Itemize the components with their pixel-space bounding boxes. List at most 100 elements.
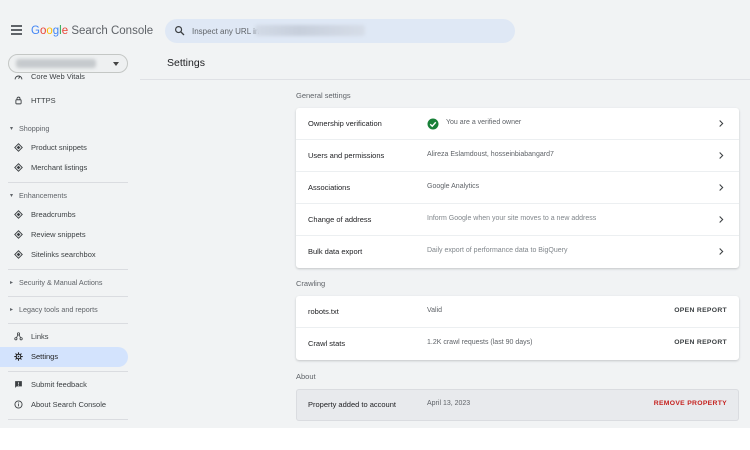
row-label: Bulk data export — [308, 247, 363, 256]
sidebar-item-https[interactable]: HTTPS — [0, 91, 128, 111]
general-settings-heading: General settings — [296, 91, 351, 100]
feedback-icon — [15, 381, 22, 388]
diamond-icon — [14, 210, 23, 219]
settings-row-bulk-data-export[interactable]: Bulk data export Daily export of perform… — [296, 236, 739, 268]
logo-product-name: Search Console — [68, 25, 154, 37]
search-icon[interactable] — [174, 25, 185, 36]
redacted-property-name — [16, 59, 96, 68]
info-icon — [14, 400, 23, 409]
row-label: Crawl stats — [308, 339, 346, 348]
remove-property-button[interactable]: REMOVE PROPERTY — [654, 400, 727, 407]
crawling-card: robots.txt Valid OPEN REPORT Crawl stats… — [296, 296, 739, 360]
page-title: Settings — [167, 57, 205, 69]
row-value: You are a verified owner — [446, 119, 522, 126]
diamond-icon — [14, 230, 23, 239]
sidebar-item-label: Settings — [31, 352, 59, 361]
sidebar: Core Web Vitals HTTPS ▾ Shopping Product… — [0, 45, 140, 428]
section-label: Shopping — [19, 124, 50, 133]
sidebar-divider — [8, 296, 128, 297]
sidebar-divider — [8, 371, 128, 372]
section-label: Security & Manual Actions — [19, 278, 103, 287]
settings-row-crawl-stats: Crawl stats 1.2K crawl requests (last 90… — [296, 328, 739, 360]
row-value: 1.2K crawl requests (last 90 days) — [427, 339, 533, 346]
row-label: Ownership verification — [308, 119, 382, 128]
logo-letter: G — [31, 25, 40, 37]
sidebar-item-merchant-listings[interactable]: Merchant listings — [0, 158, 128, 178]
sidebar-item-about-search-console[interactable]: About Search Console — [0, 395, 128, 415]
sidebar-divider — [8, 182, 128, 183]
header-divider — [140, 79, 750, 80]
diamond-icon — [14, 143, 23, 152]
sidebar-divider — [8, 269, 128, 270]
sidebar-item-label: Breadcrumbs — [31, 210, 76, 219]
sidebar-item-label: About Search Console — [31, 400, 107, 409]
chevron-right-icon — [719, 248, 724, 255]
gear-icon — [14, 352, 23, 361]
settings-row-property-added: Property added to account April 13, 2023… — [296, 389, 739, 421]
sidebar-item-label: HTTPS — [31, 96, 56, 105]
settings-row-users-permissions[interactable]: Users and permissions Alireza Eslamdoust… — [296, 140, 739, 172]
general-settings-card: Ownership verification You are a verifie… — [296, 108, 739, 268]
row-label: Change of address — [308, 215, 372, 224]
row-value: Google Analytics — [427, 183, 480, 190]
row-label: robots.txt — [308, 307, 339, 316]
lock-icon — [15, 96, 22, 105]
chevron-right-icon — [719, 152, 724, 159]
open-report-button[interactable]: OPEN REPORT — [674, 307, 727, 314]
sidebar-item-settings[interactable]: Settings — [0, 347, 128, 367]
sidebar-item-review-snippets[interactable]: Review snippets — [0, 225, 128, 245]
sidebar-item-core-web-vitals[interactable]: Core Web Vitals — [0, 71, 128, 84]
row-value: April 13, 2023 — [427, 400, 471, 407]
section-label: Legacy tools and reports — [19, 305, 98, 314]
settings-row-ownership-verification[interactable]: Ownership verification You are a verifie… — [296, 108, 739, 140]
gauge-icon — [14, 75, 23, 80]
chevron-right-icon — [719, 120, 724, 127]
collapse-arrow-icon: ▾ — [10, 193, 14, 199]
links-icon — [14, 332, 23, 341]
diamond-icon — [14, 250, 23, 259]
sidebar-item-product-snippets[interactable]: Product snippets — [0, 138, 128, 158]
sidebar-item-links[interactable]: Links — [0, 327, 128, 347]
about-heading: About — [296, 372, 316, 381]
section-security-manual-actions[interactable]: ▸ Security & Manual Actions — [0, 276, 128, 290]
sidebar-item-label: Core Web Vitals — [31, 72, 85, 81]
sidebar-item-label: Links — [31, 332, 49, 341]
redacted-property-url — [255, 25, 365, 36]
settings-row-robots-txt: robots.txt Valid OPEN REPORT — [296, 296, 739, 328]
product-logo[interactable]: Google Search Console — [31, 24, 153, 38]
about-card: Property added to account April 13, 2023… — [296, 389, 739, 421]
sidebar-item-label: Sitelinks searchbox — [31, 250, 96, 259]
row-value: Valid — [427, 307, 443, 314]
settings-row-change-of-address[interactable]: Change of address Inform Google when you… — [296, 204, 739, 236]
row-value: Inform Google when your site moves to a … — [427, 215, 597, 222]
row-label: Property added to account — [308, 400, 396, 409]
section-shopping[interactable]: ▾ Shopping — [0, 122, 128, 136]
open-report-button[interactable]: OPEN REPORT — [674, 339, 727, 346]
top-bar: Google Search Console — [0, 18, 750, 45]
sidebar-item-label: Merchant listings — [31, 163, 88, 172]
sidebar-divider — [8, 419, 128, 420]
settings-row-associations[interactable]: Associations Google Analytics — [296, 172, 739, 204]
diamond-icon — [14, 163, 23, 172]
check-circle-icon — [427, 118, 439, 130]
row-value: Alireza Eslamdoust, hosseinbiabangard7 — [427, 151, 554, 158]
crawling-heading: Crawling — [296, 279, 326, 288]
section-legacy-tools[interactable]: ▸ Legacy tools and reports — [0, 303, 128, 317]
sidebar-item-submit-feedback[interactable]: Submit feedback — [0, 375, 128, 395]
sidebar-item-label: Product snippets — [31, 143, 87, 152]
sidebar-item-breadcrumbs[interactable]: Breadcrumbs — [0, 205, 128, 225]
chevron-right-icon — [719, 184, 724, 191]
section-label: Enhancements — [19, 191, 67, 200]
expand-arrow-icon: ▸ — [10, 307, 14, 313]
row-value: Daily export of performance data to BigQ… — [427, 247, 568, 254]
row-label: Associations — [308, 183, 351, 192]
caret-down-icon — [113, 62, 119, 66]
menu-icon[interactable] — [11, 25, 22, 35]
sidebar-item-sitelinks-searchbox[interactable]: Sitelinks searchbox — [0, 245, 128, 265]
expand-arrow-icon: ▸ — [10, 280, 14, 286]
row-label: Users and permissions — [308, 151, 385, 160]
collapse-arrow-icon: ▾ — [10, 126, 14, 132]
chevron-right-icon — [719, 216, 724, 223]
section-enhancements[interactable]: ▾ Enhancements — [0, 189, 128, 203]
sidebar-item-label: Submit feedback — [31, 380, 87, 389]
